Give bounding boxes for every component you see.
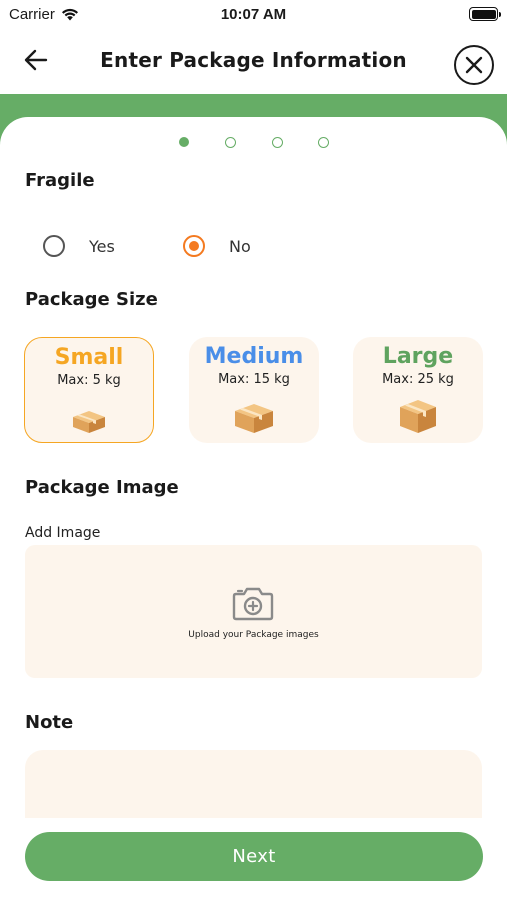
close-button[interactable]	[454, 45, 494, 85]
radio-label: Yes	[89, 236, 115, 256]
size-name: Small	[54, 345, 124, 370]
size-card-small[interactable]: Small Max: 5 kg	[24, 337, 154, 443]
step-dot	[225, 137, 236, 148]
camera-add-icon	[232, 587, 274, 621]
package-box-icon	[400, 400, 436, 433]
header: Enter Package Information	[0, 38, 507, 88]
radio-label: No	[229, 236, 251, 256]
fragile-title: Fragile	[25, 170, 95, 191]
step-dot	[179, 137, 189, 147]
step-dot	[272, 137, 283, 148]
package-box-icon	[73, 411, 105, 433]
close-icon	[465, 56, 483, 74]
fragile-option-yes[interactable]: Yes	[43, 235, 115, 257]
package-box-icon	[235, 404, 273, 433]
page-title: Enter Package Information	[100, 48, 407, 72]
image-upload-area[interactable]: Upload your Package images	[25, 545, 482, 678]
size-name: Large	[382, 344, 454, 369]
size-max-weight: Max: 5 kg	[57, 373, 121, 388]
next-button[interactable]: Next	[25, 832, 483, 881]
add-image-label: Add Image	[25, 525, 101, 541]
status-bar: Carrier 10:07 AM	[0, 0, 507, 30]
fragile-option-no[interactable]: No	[183, 235, 251, 257]
size-card-medium[interactable]: Medium Max: 15 kg	[189, 337, 319, 443]
note-textarea[interactable]	[25, 750, 482, 820]
size-max-weight: Max: 25 kg	[382, 372, 454, 387]
note-title: Note	[25, 712, 74, 733]
note-divider	[0, 818, 507, 830]
package-image-title: Package Image	[25, 477, 179, 498]
step-dot	[318, 137, 329, 148]
upload-hint: Upload your Package images	[188, 630, 319, 640]
radio-button[interactable]	[43, 235, 65, 257]
battery-icon	[469, 7, 501, 21]
radio-button[interactable]	[183, 235, 205, 257]
size-max-weight: Max: 15 kg	[218, 372, 290, 387]
progress-stepper	[0, 137, 507, 149]
package-size-title: Package Size	[25, 289, 158, 310]
status-time: 10:07 AM	[220, 6, 287, 23]
size-name: Medium	[204, 344, 304, 369]
size-card-large[interactable]: Large Max: 25 kg	[353, 337, 483, 443]
